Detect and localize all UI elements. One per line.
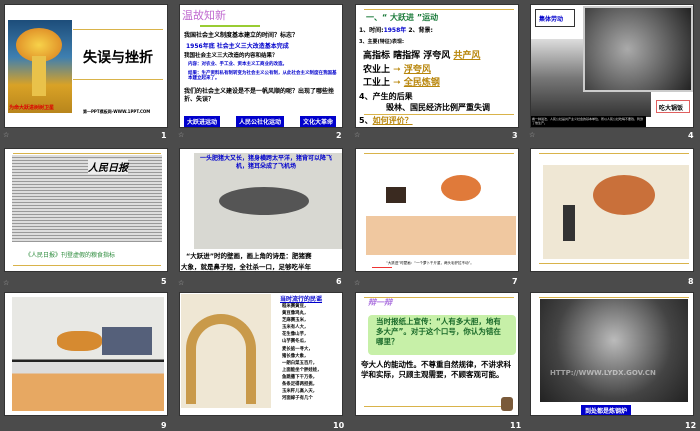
question-2: 我国社会主义三大改造的内容和结果？ bbox=[184, 53, 278, 59]
slide-number: 8 bbox=[688, 277, 694, 286]
mushroom-poster-image: 为命大跃进树树卫星 bbox=[8, 20, 72, 113]
slide-thumbnail-2[interactable]: 温故知新 我国社会主义制度基本建立的时间？标志？ 1956年底 社会主义三大改造… bbox=[179, 4, 343, 128]
slide-number: 11 bbox=[510, 421, 522, 430]
slide-thumbnail-8[interactable] bbox=[530, 148, 694, 272]
transition-icon: ☆ bbox=[178, 279, 185, 287]
slide-thumbnail-6[interactable]: 一头肥猪大又长，猪身横跨太平洋，猪背可以降飞机，猪耳朵成了飞机场 “大跃进”时的… bbox=[179, 148, 343, 272]
slide-thumbnail-7[interactable]: “大跃进”时壁画：“一个萝卜千斤重，两头毛驴拉不动”。 bbox=[355, 148, 519, 272]
agriculture-line: 农业上 ➞ 浮夸风 bbox=[363, 65, 431, 75]
poem-title: 当时流行的民谣 bbox=[280, 296, 323, 303]
question-box: 当时报纸上宣传：“人有多大胆，地有多大产”。对于这个口号，你认为错在哪里？ bbox=[368, 315, 516, 355]
slide-number: 2 bbox=[336, 131, 342, 140]
poster-caption: 为命大跃进树树卫星 bbox=[9, 105, 55, 111]
features-line: 高指标 瞎指挥 浮夸风 共产风 bbox=[363, 51, 481, 61]
corn-train-painting bbox=[12, 297, 164, 411]
transition-icon: ☆ bbox=[354, 131, 361, 139]
caption-line-2: 大象，就是鼻子短，全社杀一口，足够吃半年 bbox=[181, 263, 311, 271]
slide-number: 1 bbox=[161, 131, 167, 140]
footer-text: 第一PPT模板网-WWW.1PPT.COM bbox=[83, 109, 151, 114]
question-1: 我国社会主义制度基本建立的时间？标志？ bbox=[184, 32, 299, 39]
pig-poem: 一头肥猪大又长，猪身横跨太平洋，猪背可以降飞机，猪耳朵成了飞机场 bbox=[199, 155, 332, 170]
slide-number: 7 bbox=[512, 277, 518, 286]
slide-number: 3 bbox=[512, 131, 518, 140]
slide-number: 6 bbox=[336, 277, 342, 286]
slide-thumbnail-12[interactable]: HTTP://WWW.LYDX.GOV.CN 到处都是炼钢炉 bbox=[530, 292, 694, 416]
furnaces-photo: HTTP://WWW.LYDX.GOV.CN bbox=[540, 299, 688, 402]
radish-cart-painting bbox=[366, 157, 516, 255]
slide-thumbnail-9[interactable] bbox=[4, 292, 168, 416]
slide-number: 9 bbox=[161, 421, 167, 430]
canteen-photo bbox=[583, 6, 693, 92]
slide-title: 失误与挫折 bbox=[83, 50, 153, 66]
slide-thumbnail-1[interactable]: 为命大跃进树树卫星 失误与挫折 第一PPT模板网-WWW.1PPT.COM bbox=[4, 4, 168, 128]
slide-number: 5 bbox=[161, 277, 167, 286]
transition-icon: ☆ bbox=[3, 279, 10, 287]
features-label: 3、主要(特征)表现: bbox=[359, 39, 405, 45]
transition-icon: ☆ bbox=[354, 279, 361, 287]
slide-thumbnail-11[interactable]: 辩一辩 当时报纸上宣传：“人有多大胆，地有多大产”。对于这个口号，你认为错在哪里… bbox=[355, 292, 519, 416]
slide-caption: “大跃进”时壁画：“一个萝卜千斤重，两头毛驴拉不动”。 bbox=[386, 261, 474, 265]
time-line: 1、时间:1958年 2、背景: bbox=[359, 27, 433, 34]
slide-thumbnail-5[interactable]: 人民日报 《人民日报》刊登虚假的粮食指标 bbox=[4, 148, 168, 272]
slide-thumbnail-3[interactable]: 一、“ 大跃进 ”运动 1、时间:1958年 2、背景: 3、主要(特征)表现:… bbox=[355, 4, 519, 128]
answer-3: 结果：生产资料私有制转变为社会主义公有制，从此社会主义制度在我国基本建立起来了。 bbox=[188, 71, 337, 82]
slide-thumbnail-10[interactable]: 当时流行的民谣 稻米赛黄豆， 黄豆像鸡丸， 芝麻赛玉米， 玉米有人大， 花生像山芋， 山芋… bbox=[179, 292, 343, 416]
slide-number: 4 bbox=[688, 131, 694, 140]
slide-number: 12 bbox=[685, 421, 697, 430]
great-leap-button[interactable]: 大跃进运动 bbox=[184, 116, 221, 127]
evaluate-line: 5、如何评价？ bbox=[359, 116, 413, 125]
slide-heading: 温故知新 bbox=[182, 9, 226, 22]
folk-poem: 稻米赛黄豆， 黄豆像鸡丸， 芝麻赛玉米， 玉米有人大， 花生像山芋， 山芋赛冬瓜， 麦长掂一… bbox=[282, 304, 322, 402]
photo-caption: 到处都是炼钢炉 bbox=[581, 405, 632, 415]
question-3: 我们的社会主义建设是不是一帆风顺的呢？出现了哪些挫折、失误？ bbox=[184, 88, 335, 103]
speech-bubble: 集体劳动 bbox=[535, 9, 575, 27]
slide-number: 10 bbox=[333, 421, 345, 430]
slide-thumbnail-4[interactable]: 集体劳动 吃大锅饭 看一种说法，人民公社是共产主义社会的基本单位，所以人民公社吃… bbox=[530, 4, 694, 128]
transition-icon: ☆ bbox=[3, 131, 10, 139]
debate-tag: 辩一辩 bbox=[368, 298, 392, 307]
cultural-revolution-button[interactable]: 文化大革命 bbox=[300, 116, 337, 127]
answer-1: 1956年底 社会主义三大改造基本完成 bbox=[186, 43, 289, 50]
industry-line: 工业上 ➞ 全民炼钢 bbox=[363, 78, 440, 88]
pumpkin-painting bbox=[543, 165, 689, 259]
transition-icon: ☆ bbox=[529, 131, 536, 139]
caption-line-1: “大跃进”时的壁画，画上角的诗是：肥猪赛 bbox=[186, 252, 312, 260]
slide-heading: 一、“ 大跃进 ”运动 bbox=[366, 13, 439, 22]
transition-icon: ☆ bbox=[178, 131, 185, 139]
thinker-icon bbox=[501, 397, 513, 411]
slide-caption: 《人民日报》刊登虚假的粮食指标 bbox=[25, 252, 116, 259]
big-pot-label: 吃大锅饭 bbox=[656, 100, 690, 113]
consequence-label: 4、产生的后果 bbox=[359, 92, 413, 101]
newspaper-image: 人民日报 bbox=[12, 155, 162, 242]
corn-arch-painting bbox=[181, 294, 271, 408]
answer-text: 夸大人的能动性。不尊重自然规律，不讲求科学和实际，只顾主观需要，不顾客观可能。 bbox=[361, 360, 511, 380]
answer-2: 内容：对农业、手工业、资本主义工商业的改造。 bbox=[188, 62, 287, 67]
commune-button[interactable]: 人民公社化运动 bbox=[236, 116, 285, 127]
consequence-text: 毁林、国民经济比例严重失调 bbox=[386, 103, 490, 112]
photo-caption: 看一种说法，人民公社是共产主义社会的基本单位，所以人民公社吃喝不要钱，刺激了他生… bbox=[531, 116, 646, 127]
